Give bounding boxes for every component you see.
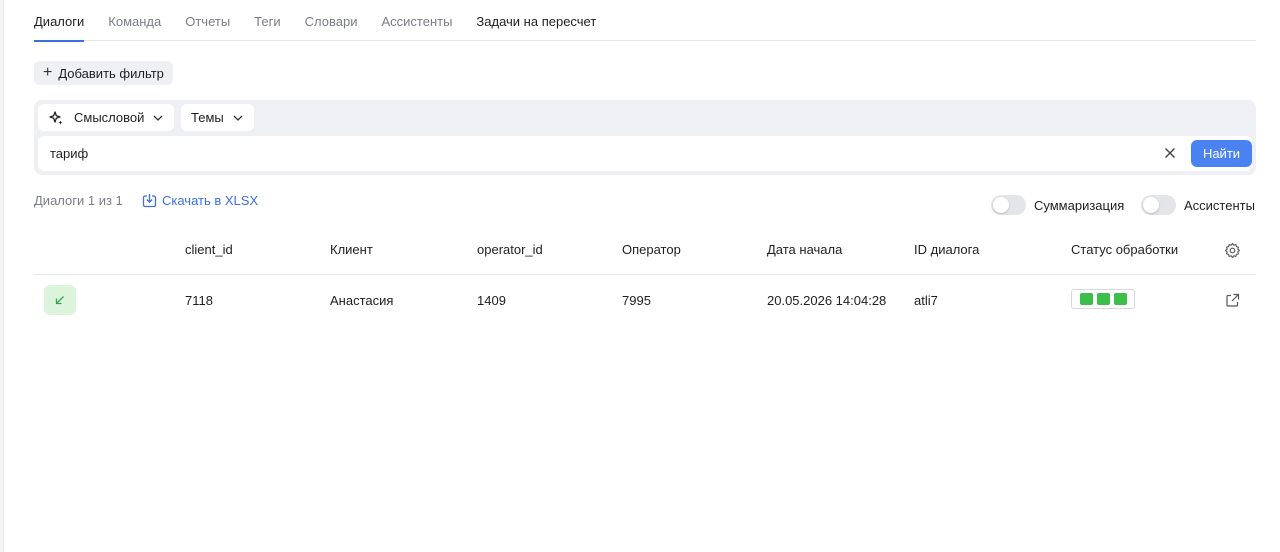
table-header-divider bbox=[34, 274, 1256, 275]
close-icon[interactable] bbox=[1162, 145, 1178, 161]
column-header-operator[interactable]: Оператор bbox=[622, 242, 681, 257]
search-mode-dropdown[interactable]: Смысловой bbox=[38, 104, 175, 131]
gear-icon[interactable] bbox=[1224, 242, 1241, 259]
results-count: Диалоги 1 из 1 bbox=[34, 193, 123, 208]
search-panel: Смысловой Темы Найти bbox=[34, 100, 1256, 175]
chevron-down-icon bbox=[153, 115, 163, 121]
incoming-arrow-icon bbox=[55, 296, 64, 305]
tab-tags[interactable]: Теги bbox=[254, 0, 280, 41]
chevron-down-icon bbox=[233, 115, 243, 121]
status-segment bbox=[1114, 293, 1127, 305]
cell-dialog-id: atli7 bbox=[914, 293, 938, 308]
summarization-label: Суммаризация bbox=[1034, 197, 1125, 213]
add-filter-label: Добавить фильтр bbox=[58, 65, 164, 81]
toggle-switch[interactable] bbox=[991, 195, 1026, 215]
cell-client-id: 7118 bbox=[185, 293, 213, 308]
search-input[interactable] bbox=[50, 136, 1150, 171]
download-xlsx-link[interactable]: Скачать в XLSX bbox=[142, 193, 258, 208]
themes-dropdown[interactable]: Темы bbox=[181, 104, 254, 131]
assistants-toggle[interactable]: Ассистенты bbox=[1141, 195, 1255, 215]
column-header-client[interactable]: Клиент bbox=[330, 242, 373, 257]
search-submit-button[interactable]: Найти bbox=[1191, 140, 1252, 167]
tab-dialogs[interactable]: Диалоги bbox=[34, 0, 85, 42]
tab-reports[interactable]: Отчеты bbox=[185, 0, 230, 41]
tab-assistants[interactable]: Ассистенты bbox=[381, 0, 452, 41]
search-field: Найти bbox=[38, 136, 1252, 171]
tab-dictionaries[interactable]: Словари bbox=[305, 0, 358, 41]
incoming-dialog-badge bbox=[44, 285, 76, 315]
plus-icon: + bbox=[43, 64, 53, 81]
column-header-dialog-id[interactable]: ID диалога bbox=[914, 242, 979, 257]
tab-bar: Диалоги Команда Отчеты Теги Словари Асси… bbox=[34, 0, 1256, 42]
cell-client: Анастасия bbox=[330, 293, 394, 308]
column-header-status[interactable]: Статус обработки bbox=[1071, 242, 1178, 257]
status-segment bbox=[1097, 293, 1110, 305]
tab-recalc-tasks[interactable]: Задачи на пересчет bbox=[476, 0, 596, 41]
column-header-operator-id[interactable]: operator_id bbox=[477, 242, 543, 257]
column-header-client-id[interactable]: client_id bbox=[185, 242, 233, 257]
cell-operator: 7995 bbox=[622, 293, 651, 308]
themes-label: Темы bbox=[191, 110, 224, 125]
add-filter-button[interactable]: + Добавить фильтр bbox=[34, 61, 173, 85]
toggle-switch[interactable] bbox=[1141, 195, 1176, 215]
search-mode-label: Смысловой bbox=[74, 110, 145, 125]
left-rail bbox=[0, 0, 4, 552]
summarization-toggle[interactable]: Суммаризация bbox=[991, 195, 1124, 215]
cell-operator-id: 1409 bbox=[477, 293, 506, 308]
sparkle-icon bbox=[49, 110, 63, 124]
open-external-icon[interactable] bbox=[1225, 293, 1240, 308]
column-header-start-date[interactable]: Дата начала bbox=[767, 242, 842, 257]
cell-start-date: 20.05.2026 14:04:28 bbox=[767, 293, 887, 308]
download-label: Скачать в XLSX bbox=[162, 193, 259, 208]
assistants-label: Ассистенты bbox=[1184, 197, 1255, 213]
download-icon bbox=[142, 194, 157, 208]
processing-status-indicator bbox=[1071, 289, 1135, 309]
tab-team[interactable]: Команда bbox=[108, 0, 161, 41]
status-segment bbox=[1080, 293, 1093, 305]
